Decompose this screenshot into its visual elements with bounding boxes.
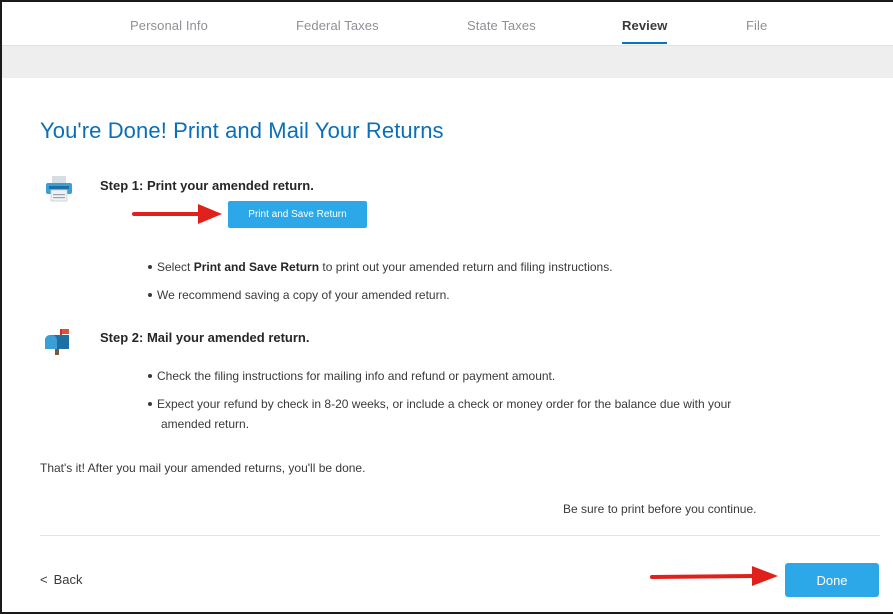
- bullet-text: amended return.: [161, 417, 250, 431]
- tab-review[interactable]: Review: [622, 18, 668, 44]
- tab-file[interactable]: File: [746, 18, 767, 33]
- step2-bullet-expect: Expect your refund by check in 8-20 week…: [148, 394, 731, 414]
- step1-bullet-recommend: We recommend saving a copy of your amend…: [148, 285, 450, 305]
- bullet-dot: [148, 292, 152, 297]
- step1-bullet-select: Select Print and Save Return to print ou…: [148, 257, 613, 277]
- annotation-arrow-done: [650, 566, 778, 586]
- bullet-text-pre: Select: [157, 260, 194, 274]
- printer-icon: [46, 176, 72, 202]
- back-label: Back: [53, 572, 83, 587]
- tab-federal-taxes[interactable]: Federal Taxes: [296, 18, 379, 33]
- active-tab-underline: [622, 42, 668, 44]
- tab-state-taxes[interactable]: State Taxes: [467, 18, 536, 33]
- progress-nav: Personal Info Federal Taxes State Taxes …: [2, 2, 893, 46]
- step1-title: Step 1: Print your amended return.: [100, 178, 314, 193]
- step2-bullet-expect-continued: amended return.: [161, 414, 249, 434]
- tab-personal-info[interactable]: Personal Info: [130, 18, 208, 33]
- footer-divider: [40, 535, 880, 536]
- bullet-dot: [148, 401, 152, 406]
- step2-title: Step 2: Mail your amended return.: [100, 330, 310, 345]
- bullet-text: Check the filing instructions for mailin…: [157, 369, 556, 383]
- tab-review-label: Review: [622, 18, 668, 33]
- annotation-arrow-print: [132, 204, 222, 224]
- bullet-text-post: to print out your amended return and fil…: [319, 260, 613, 274]
- done-button[interactable]: Done: [785, 563, 879, 597]
- bullet-dot: [148, 373, 152, 378]
- bullet-text-bold: Print and Save Return: [193, 260, 320, 274]
- bullet-text: Expect your refund by check in 8-20 week…: [157, 397, 732, 411]
- print-and-save-return-button[interactable]: Print and Save Return: [228, 201, 367, 228]
- header-band: [2, 46, 893, 78]
- back-link[interactable]: < Back: [40, 572, 83, 587]
- bullet-dot: [148, 264, 152, 269]
- closing-text: That's it! After you mail your amended r…: [40, 461, 366, 475]
- chevron-left-icon: <: [40, 572, 48, 587]
- mailbox-icon: [45, 329, 69, 355]
- bullet-text: We recommend saving a copy of your amend…: [157, 288, 450, 302]
- print-reminder: Be sure to print before you continue.: [563, 502, 757, 516]
- step2-bullet-check: Check the filing instructions for mailin…: [148, 366, 555, 386]
- page-title: You're Done! Print and Mail Your Returns: [40, 118, 444, 143]
- window-frame: [0, 0, 893, 614]
